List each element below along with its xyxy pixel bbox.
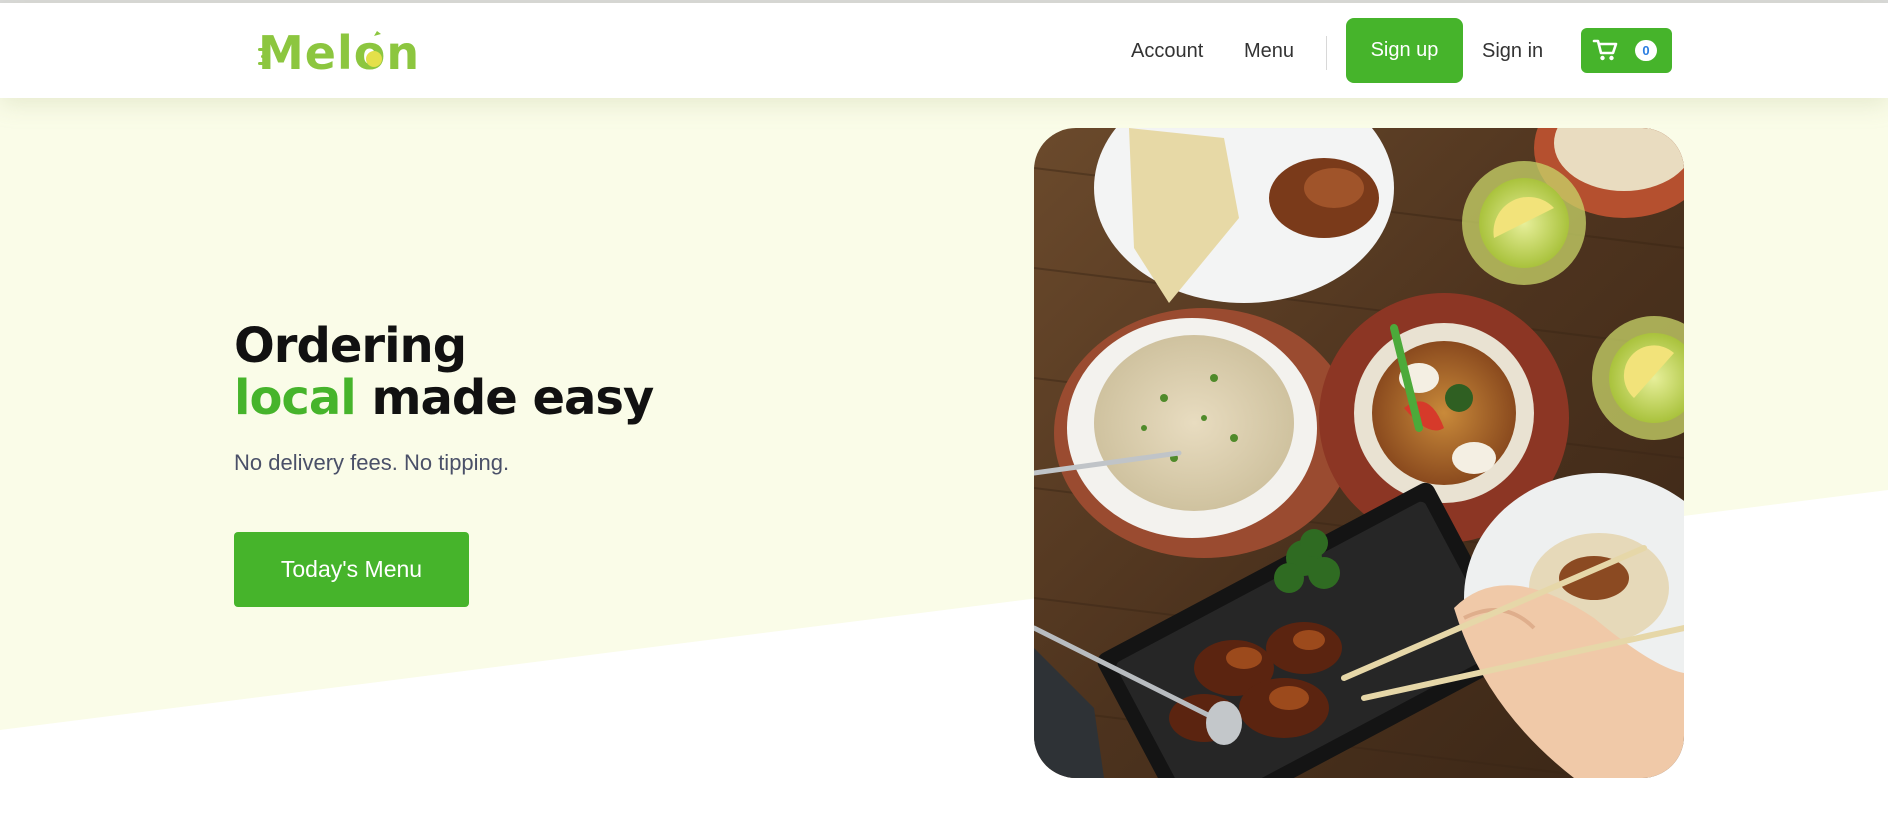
headline-rest: made easy [371,370,654,426]
site-header: Melon Account Menu Sign up Sign in 0 [0,3,1888,98]
nav-menu-link[interactable]: Menu [1244,39,1294,63]
hero-subtitle: No delivery fees. No tipping. [234,450,510,475]
hero-headline: Ordering local made easy [234,318,654,426]
cart-button[interactable]: 0 [1581,28,1672,73]
todays-menu-button[interactable]: Today's Menu [234,532,469,607]
cart-count-badge: 0 [1635,40,1657,61]
headline-line-1: Ordering [234,318,467,374]
signup-button[interactable]: Sign up [1346,18,1463,83]
cart-icon [1592,39,1618,61]
headline-accent-word: local [234,370,357,426]
nav-divider [1326,36,1327,70]
food-photo-illustration [1034,128,1684,778]
signin-link[interactable]: Sign in [1482,39,1543,63]
hero-text-block: Ordering local made easy No delivery fee… [234,318,654,476]
melon-logo-icon [258,31,382,67]
food-table-photo [1034,128,1684,778]
brand-logo[interactable]: Melon [258,27,419,79]
nav-account-link[interactable]: Account [1131,39,1203,63]
